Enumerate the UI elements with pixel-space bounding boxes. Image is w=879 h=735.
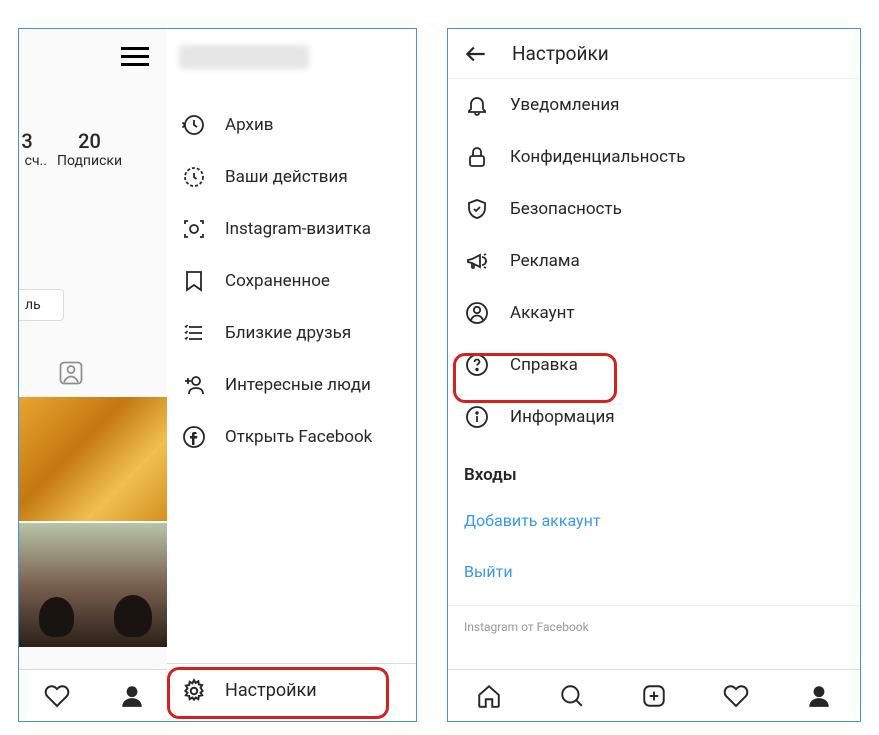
account-icon xyxy=(464,300,490,326)
following-label: Подписки xyxy=(57,153,122,169)
menu-label: Instagram-визитка xyxy=(225,219,371,239)
settings-label: Конфиденциальность xyxy=(510,147,685,167)
menu-label: Сохраненное xyxy=(225,271,330,291)
menu-item-nametag[interactable]: Instagram-визитка xyxy=(167,203,416,255)
link-logout[interactable]: Выйти xyxy=(448,546,860,597)
settings-label: Информация xyxy=(510,407,615,427)
menu-label: Открыть Facebook xyxy=(225,427,372,447)
profile-header xyxy=(19,37,416,85)
facebook-icon xyxy=(181,424,207,450)
nametag-icon xyxy=(181,216,207,242)
stats-posts-partial: 3 сч.. xyxy=(18,129,47,169)
megaphone-icon xyxy=(464,248,490,274)
profile-tab-icon[interactable] xyxy=(805,682,833,710)
profile-photo-grid xyxy=(19,397,167,649)
activity-tab-icon[interactable] xyxy=(722,682,750,710)
menu-label: Ваши действия xyxy=(225,167,348,187)
new-post-tab-icon[interactable] xyxy=(640,682,668,710)
footer-text: Instagram от Facebook xyxy=(448,605,860,648)
shield-icon xyxy=(464,196,490,222)
close-friends-icon xyxy=(181,320,207,346)
menu-label: Архив xyxy=(225,115,273,135)
grid-photo[interactable] xyxy=(19,523,167,647)
posts-label: сч.. xyxy=(18,153,47,169)
help-icon xyxy=(464,352,490,378)
following-count: 20 xyxy=(57,129,122,153)
menu-item-activity[interactable]: Ваши действия xyxy=(167,151,416,203)
lock-icon xyxy=(464,144,490,170)
grid-photo[interactable] xyxy=(19,397,167,521)
settings-item-security[interactable]: Безопасность xyxy=(448,183,860,235)
search-tab-icon[interactable] xyxy=(558,682,586,710)
settings-item-about[interactable]: Информация xyxy=(448,391,860,443)
menu-label: Интересные люди xyxy=(225,375,371,395)
settings-item-notifications[interactable]: Уведомления xyxy=(448,79,860,131)
settings-item-help[interactable]: Справка xyxy=(448,339,860,391)
archive-icon xyxy=(181,112,207,138)
settings-icon xyxy=(181,678,207,704)
settings-item-ads[interactable]: Реклама xyxy=(448,235,860,287)
screenshot-left-profile-menu: 3 сч.. 20 Подписки ль Архив xyxy=(18,28,417,722)
profile-tab-icon[interactable] xyxy=(118,682,146,710)
stats-following[interactable]: 20 Подписки xyxy=(57,129,122,169)
discover-people-icon xyxy=(181,372,207,398)
tagged-tab-icon[interactable] xyxy=(57,359,85,387)
activity-tab-icon[interactable] xyxy=(43,682,71,710)
menu-item-saved[interactable]: Сохраненное xyxy=(167,255,416,307)
settings-item-account[interactable]: Аккаунт xyxy=(448,287,860,339)
settings-label: Уведомления xyxy=(510,95,620,115)
menu-label: Настройки xyxy=(225,680,317,701)
bottom-nav xyxy=(448,669,860,721)
settings-title: Настройки xyxy=(512,42,609,65)
section-logins: Входы xyxy=(448,443,860,495)
menu-item-settings[interactable]: Настройки xyxy=(167,663,416,717)
link-add-account[interactable]: Добавить аккаунт xyxy=(448,495,860,546)
settings-item-privacy[interactable]: Конфиденциальность xyxy=(448,131,860,183)
settings-label: Справка xyxy=(510,355,578,375)
edit-profile-button-cut[interactable]: ль xyxy=(19,289,64,321)
back-arrow-icon[interactable] xyxy=(462,40,490,68)
menu-label: Близкие друзья xyxy=(225,323,351,343)
home-tab-icon[interactable] xyxy=(475,682,503,710)
settings-label: Аккаунт xyxy=(510,303,575,323)
activity-icon xyxy=(181,164,207,190)
menu-item-close-friends[interactable]: Близкие друзья xyxy=(167,307,416,359)
settings-label: Реклама xyxy=(510,251,580,271)
bottom-nav-partial xyxy=(19,669,169,721)
profile-side-menu: Архив Ваши действия Instagram-визитка Со… xyxy=(167,99,416,721)
screenshot-right-settings: Настройки Уведомления Конфиденциальность… xyxy=(447,28,861,722)
menu-item-facebook[interactable]: Открыть Facebook xyxy=(167,411,416,463)
settings-header: Настройки xyxy=(448,29,860,79)
settings-label: Безопасность xyxy=(510,199,622,219)
menu-button[interactable] xyxy=(121,47,149,50)
menu-item-discover[interactable]: Интересные люди xyxy=(167,359,416,411)
settings-list: Уведомления Конфиденциальность Безопасно… xyxy=(448,79,860,648)
info-icon xyxy=(464,404,490,430)
menu-item-archive[interactable]: Архив xyxy=(167,99,416,151)
bell-icon xyxy=(464,92,490,118)
saved-icon xyxy=(181,268,207,294)
posts-count: 3 xyxy=(18,129,47,153)
username-blurred xyxy=(179,45,309,69)
